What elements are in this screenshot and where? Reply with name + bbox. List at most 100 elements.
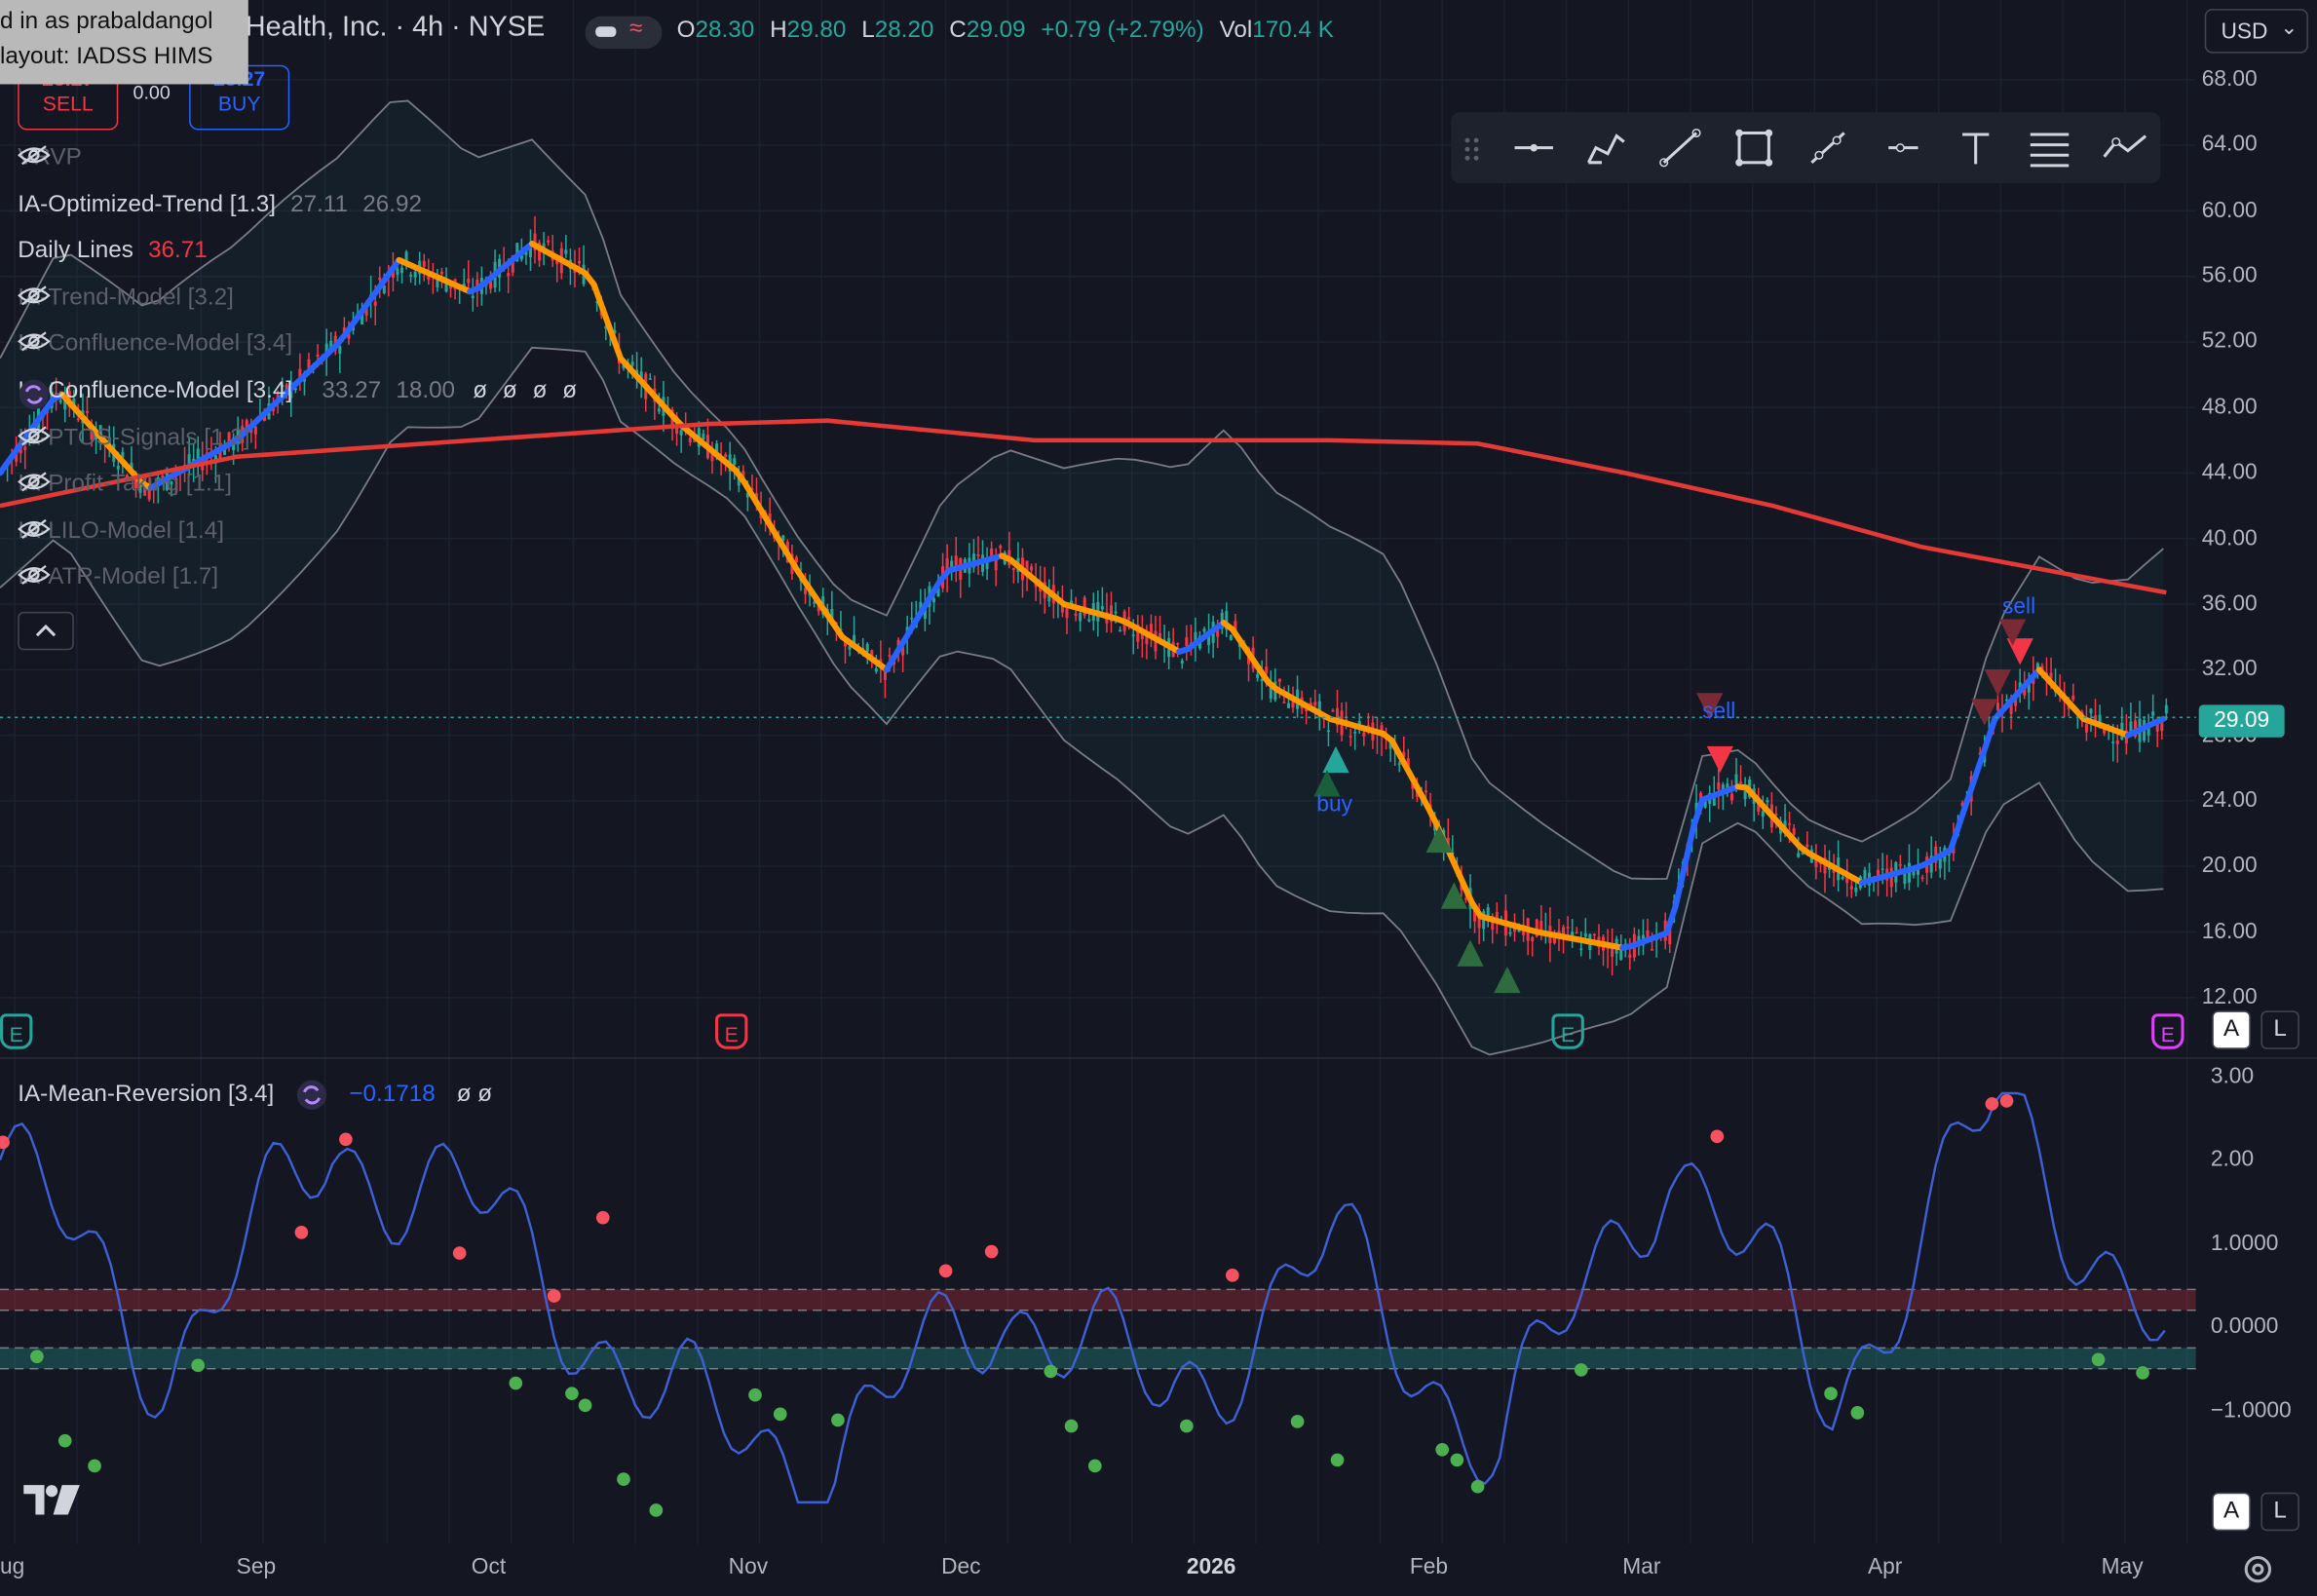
candle-body	[1841, 877, 1844, 880]
settings-gear-icon[interactable]	[2240, 1551, 2275, 1586]
price-tick-label: 20.00	[2201, 853, 2258, 879]
oscillator-extra: ø ø	[456, 1082, 493, 1108]
candle-body	[2151, 711, 2155, 716]
visibility-toggle[interactable]: ≈	[585, 16, 663, 50]
overbought-dot	[595, 1210, 610, 1225]
indicator-row[interactable]: VRVP	[18, 145, 132, 171]
oversold-dot	[1290, 1415, 1305, 1428]
candle-body	[1854, 887, 1858, 893]
candle-body	[1805, 844, 1809, 848]
candle-body	[2115, 740, 2119, 744]
candle-body	[2164, 704, 2168, 714]
rectangle-tool-icon[interactable]	[1731, 127, 1775, 168]
currency-select[interactable]: USD ⌄	[2204, 9, 2308, 54]
earnings-marker-icon[interactable]: E	[1551, 1013, 1584, 1049]
candle-body	[76, 418, 80, 421]
indicator-name[interactable]: IA-PTOS-Signals [1.3]	[18, 425, 249, 450]
indicator-row[interactable]: IA-Trend-Model [3.2]	[18, 285, 284, 311]
eye-hidden-icon[interactable]	[18, 565, 268, 589]
trend-line-tool-icon[interactable]	[1658, 127, 1702, 168]
candle-body	[1114, 611, 1118, 614]
indicator-row[interactable]: IA-LILO-Model [1.4]	[18, 518, 274, 545]
candle-body	[564, 249, 568, 254]
auto-scale-button[interactable]: A	[2212, 1010, 2251, 1049]
eye-hidden-icon[interactable]	[18, 425, 300, 448]
candle-body	[865, 643, 869, 652]
candle-body	[396, 268, 399, 276]
candle-body	[1362, 732, 1366, 737]
candle-body	[1079, 613, 1083, 622]
tooltip-line-layout: layout: IADSS HIMS	[0, 44, 213, 70]
candle-body	[1131, 634, 1135, 636]
candle-body	[399, 267, 404, 274]
candle-body	[702, 434, 705, 440]
indicator-row[interactable]: IA-Confluence-Model [3.4] 33.27 18.00 ø ø ø…	[18, 378, 582, 410]
candle-body	[648, 378, 652, 380]
indicator-row[interactable]: Daily Lines 36.71	[18, 238, 208, 264]
open-label: O	[676, 18, 696, 43]
collapse-legend-button[interactable]	[18, 611, 74, 651]
price-chart[interactable]	[0, 0, 2317, 1596]
oversold-dot	[57, 1433, 72, 1448]
candle-body	[733, 458, 737, 465]
eye-hidden-icon[interactable]	[18, 518, 274, 542]
earnings-marker-icon[interactable]: E	[2151, 1013, 2184, 1049]
indicator-name[interactable]: IA-Confluence-Model [3.4]	[18, 331, 292, 357]
price-tick-label: 16.00	[2201, 918, 2258, 944]
ray-tool-icon[interactable]	[1805, 127, 1849, 168]
oversold-dot	[88, 1459, 101, 1473]
refresh-icon[interactable]	[295, 1079, 327, 1111]
oversold-dot	[2136, 1366, 2149, 1380]
oversold-dot	[831, 1413, 845, 1427]
indicator-row[interactable]: IA-PTOS-Signals [1.3]	[18, 425, 300, 451]
drag-handle-icon[interactable]	[1460, 127, 1483, 168]
indicator-row[interactable]: IA-Optimized-Trend [1.3] 27.11 26.92	[18, 192, 422, 218]
earnings-marker-icon[interactable]: E	[715, 1013, 748, 1049]
indicator-name[interactable]: Daily Lines	[18, 238, 133, 263]
fib-retracement-tool-icon[interactable]	[2028, 127, 2071, 168]
candle-body	[1575, 931, 1578, 934]
brush-tool-icon[interactable]	[1584, 127, 1628, 168]
candle-body	[1265, 666, 1269, 673]
pattern-tool-icon[interactable]	[2102, 127, 2152, 168]
indicator-extra: ø ø ø ø	[473, 378, 582, 404]
time-tick-label: May	[2101, 1554, 2144, 1580]
symbol-title[interactable]: Health, Inc. · 4h · NYSE	[246, 12, 545, 44]
candle-body	[910, 617, 914, 620]
text-tool-icon[interactable]	[1954, 127, 1997, 168]
eye-hidden-icon[interactable]	[18, 285, 284, 308]
price-tick-label: 40.00	[2201, 525, 2258, 551]
indicator-name[interactable]: IA-Confluence-Model [3.4]	[18, 378, 292, 403]
low-label: L	[861, 18, 875, 43]
earnings-marker-icon[interactable]: E	[0, 1013, 33, 1049]
candle-body	[1739, 781, 1743, 783]
candle-body	[2084, 723, 2088, 733]
eye-hidden-icon[interactable]	[18, 472, 282, 495]
candle-body	[1229, 634, 1233, 640]
volume-value: 170.4 K	[1252, 18, 1334, 43]
indicator-row[interactable]: IA-Profit-Taking [1.1]	[18, 472, 282, 498]
candle-body	[1849, 886, 1853, 890]
auto-scale-button-osc[interactable]: A	[2212, 1492, 2251, 1532]
candle-body	[813, 601, 817, 604]
log-scale-button[interactable]: L	[2260, 1010, 2299, 1049]
indicator-row[interactable]: IA-ATR-Model [1.7]	[18, 565, 268, 591]
overbought-dot	[547, 1289, 561, 1303]
eye-hidden-icon[interactable]	[18, 145, 132, 168]
indicator-row[interactable]: IA-Confluence-Model [3.4]	[18, 331, 342, 358]
indicator-value: 36.71	[148, 238, 208, 264]
indicator-name[interactable]: IA-Optimized-Trend [1.3]	[18, 192, 276, 217]
horizontal-line-tool-icon[interactable]	[1511, 127, 1555, 168]
oversold-zone	[0, 1348, 2196, 1369]
ohlc-legend: O28.30 H29.80 L28.20 C29.09 +0.79 (+2.79…	[677, 18, 1334, 44]
oscillator-name[interactable]: IA-Mean-Reversion [3.4]	[18, 1083, 274, 1108]
eye-hidden-icon[interactable]	[18, 331, 342, 355]
oversold-dot	[773, 1407, 787, 1422]
candle-body	[630, 361, 634, 366]
close-label: C	[949, 18, 967, 43]
candle-body	[1788, 823, 1792, 825]
horizontal-ray-tool-icon[interactable]	[1880, 127, 1923, 168]
candle-body	[1486, 907, 1490, 916]
candle-body	[2071, 695, 2075, 701]
log-scale-button-osc[interactable]: L	[2260, 1492, 2299, 1532]
